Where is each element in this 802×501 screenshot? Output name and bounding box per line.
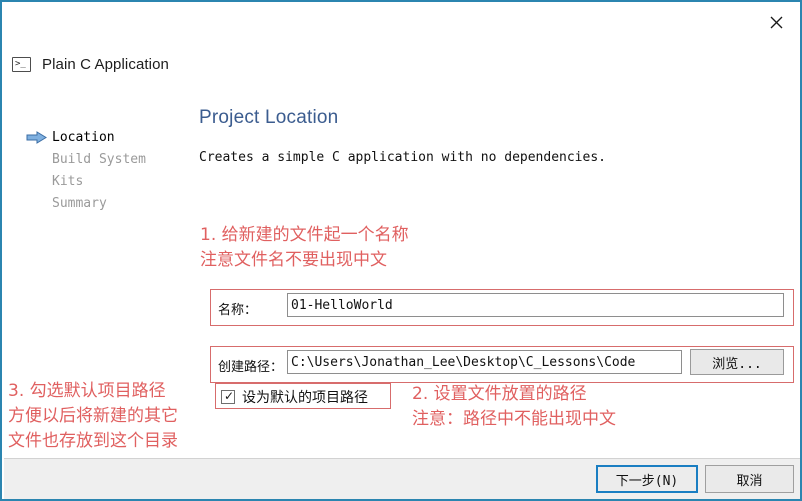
wizard-dialog: >_ Plain C Application Location Build Sy… bbox=[0, 0, 802, 501]
cancel-button[interactable]: 取消 bbox=[705, 465, 794, 493]
annotation-note-1-line-1: 1. 给新建的文件起一个名称 bbox=[200, 225, 409, 245]
name-input-value: 01-HelloWorld bbox=[291, 297, 393, 313]
arrow-right-icon bbox=[26, 131, 48, 144]
name-input[interactable]: 01-HelloWorld bbox=[287, 293, 784, 317]
annotation-note-1: 1. 给新建的文件起一个名称 注意文件名不要出现中文 bbox=[200, 223, 409, 273]
wizard-step-list: Location Build System Kits Summary bbox=[26, 126, 176, 214]
default-path-checkbox-label: 设为默认的项目路径 bbox=[242, 390, 368, 406]
name-field-label: 名称： bbox=[218, 303, 258, 318]
sidebar-item-summary[interactable]: Summary bbox=[26, 192, 176, 214]
check-icon: ✓ bbox=[224, 389, 235, 403]
title-bar bbox=[2, 2, 800, 46]
path-input-value: C:\Users\Jonathan_Lee\Desktop\C_Lessons\… bbox=[291, 354, 636, 370]
next-button[interactable]: 下一步(N) bbox=[596, 465, 698, 493]
path-input[interactable]: C:\Users\Jonathan_Lee\Desktop\C_Lessons\… bbox=[287, 350, 682, 374]
browse-button[interactable]: 浏览... bbox=[690, 349, 784, 375]
page-title: Plain C Application bbox=[42, 56, 169, 73]
pane-heading: Project Location bbox=[199, 107, 339, 128]
terminal-icon-glyph: >_ bbox=[15, 59, 26, 69]
sidebar-item-label: Build System bbox=[52, 151, 146, 167]
app-header: >_ Plain C Application bbox=[12, 56, 169, 73]
annotation-note-3-line-2: 方便以后将新建的其它 bbox=[8, 406, 178, 426]
sidebar-item-label: Location bbox=[52, 129, 115, 145]
annotation-note-2: 2. 设置文件放置的路径 注意：路径中不能出现中文 bbox=[412, 382, 616, 432]
annotation-note-2-line-1: 2. 设置文件放置的路径 bbox=[412, 384, 587, 404]
sidebar-item-kits[interactable]: Kits bbox=[26, 170, 176, 192]
pane-description: Creates a simple C application with no d… bbox=[199, 150, 606, 165]
default-path-checkbox[interactable]: ✓ 设为默认的项目路径 bbox=[221, 387, 368, 407]
annotation-note-3-line-1: 3. 勾选默认项目路径 bbox=[8, 381, 166, 401]
annotation-note-1-line-2: 注意文件名不要出现中文 bbox=[200, 250, 387, 270]
sidebar-item-build-system[interactable]: Build System bbox=[26, 148, 176, 170]
terminal-icon: >_ bbox=[12, 57, 31, 72]
path-field-label: 创建路径： bbox=[218, 360, 284, 375]
annotation-note-3-line-3: 文件也存放到这个目录 bbox=[8, 431, 178, 451]
close-icon[interactable] bbox=[758, 6, 794, 38]
checkbox-icon[interactable]: ✓ bbox=[221, 389, 235, 404]
annotation-note-2-line-2: 注意：路径中不能出现中文 bbox=[412, 409, 616, 429]
sidebar-item-label: Summary bbox=[52, 195, 107, 211]
sidebar-item-label: Kits bbox=[52, 173, 84, 189]
sidebar-item-location[interactable]: Location bbox=[26, 126, 176, 148]
annotation-note-3: 3. 勾选默认项目路径 方便以后将新建的其它 文件也存放到这个目录 bbox=[8, 379, 178, 454]
